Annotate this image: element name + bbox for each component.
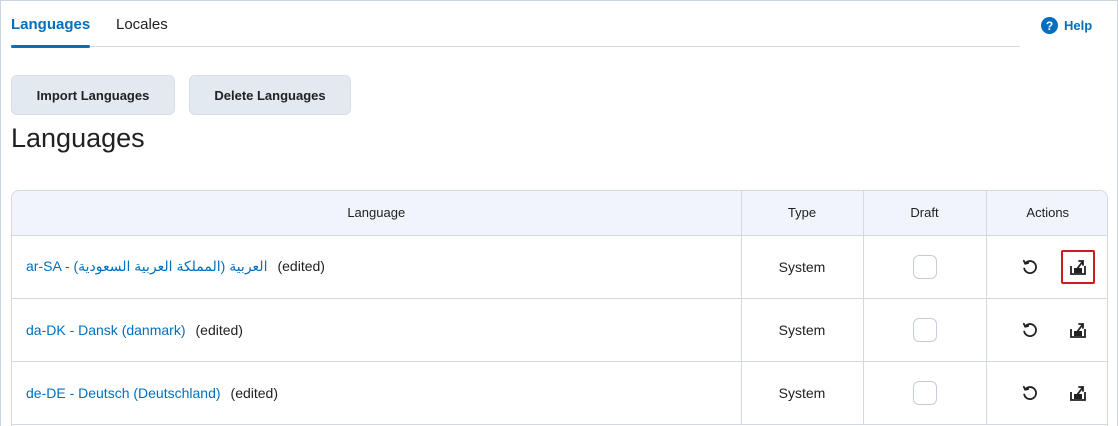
delete-languages-button[interactable]: Delete Languages bbox=[189, 75, 351, 115]
export-icon bbox=[1069, 259, 1086, 275]
table-row: ar-SA - العربية (المملكة العربية السعودي… bbox=[12, 235, 1107, 299]
export-button[interactable] bbox=[1060, 249, 1095, 284]
import-languages-button[interactable]: Import Languages bbox=[11, 75, 175, 115]
tab-bar: Languages Locales bbox=[11, 0, 1020, 48]
help-link[interactable]: ? Help bbox=[1041, 17, 1092, 34]
revert-icon bbox=[1022, 385, 1037, 400]
table-row: da-DK - Dansk (danmark) (edited) System bbox=[12, 298, 1107, 362]
export-icon bbox=[1069, 322, 1086, 338]
draft-cell bbox=[863, 235, 987, 299]
table-row: de-DE - Deutsch (Deutschland) (edited) Sy… bbox=[12, 361, 1107, 425]
help-label: Help bbox=[1064, 18, 1093, 33]
draft-cell bbox=[863, 361, 987, 425]
actions-cell bbox=[986, 235, 1107, 299]
edited-label: (edited) bbox=[230, 384, 278, 401]
help-icon: ? bbox=[1041, 17, 1058, 34]
column-header-language: Language bbox=[12, 191, 742, 236]
language-cell: de-DE - Deutsch (Deutschland) (edited) bbox=[12, 361, 742, 425]
language-link[interactable]: de-DE - Deutsch (Deutschland) bbox=[26, 385, 221, 401]
actions-cell bbox=[986, 361, 1107, 425]
revert-icon bbox=[1022, 259, 1037, 274]
language-link[interactable]: ar-SA - العربية (المملكة العربية السعودي… bbox=[26, 258, 267, 274]
export-button[interactable] bbox=[1061, 313, 1095, 347]
tab-locales[interactable]: Locales bbox=[116, 16, 168, 33]
language-cell: ar-SA - العربية (المملكة العربية السعودي… bbox=[12, 235, 742, 299]
column-header-type: Type bbox=[741, 191, 864, 236]
type-cell: System bbox=[741, 298, 864, 362]
revert-button[interactable] bbox=[1013, 313, 1047, 347]
draft-cell bbox=[863, 298, 987, 362]
type-cell: System bbox=[741, 235, 864, 299]
revert-button[interactable] bbox=[1013, 376, 1047, 410]
column-header-actions: Actions bbox=[986, 191, 1107, 236]
edited-label: (edited) bbox=[277, 258, 325, 274]
draft-checkbox[interactable] bbox=[912, 317, 937, 342]
revert-icon bbox=[1022, 322, 1037, 337]
revert-button[interactable] bbox=[1013, 250, 1047, 284]
draft-checkbox[interactable] bbox=[912, 380, 937, 405]
export-button[interactable] bbox=[1061, 376, 1095, 410]
languages-table: Language Type Draft Actions ar-SA - العر… bbox=[11, 190, 1108, 426]
actions-cell bbox=[986, 298, 1107, 362]
column-header-draft: Draft bbox=[863, 191, 987, 236]
language-link[interactable]: da-DK - Dansk (danmark) bbox=[26, 322, 186, 338]
page-title: Languages bbox=[11, 123, 145, 153]
edited-label: (edited) bbox=[195, 321, 243, 338]
language-cell: da-DK - Dansk (danmark) (edited) bbox=[12, 298, 742, 362]
type-cell: System bbox=[741, 361, 864, 425]
export-icon bbox=[1069, 385, 1086, 401]
table-header-row: Language Type Draft Actions bbox=[12, 191, 1107, 236]
draft-checkbox[interactable] bbox=[912, 254, 937, 279]
tab-languages[interactable]: Languages bbox=[11, 16, 91, 48]
